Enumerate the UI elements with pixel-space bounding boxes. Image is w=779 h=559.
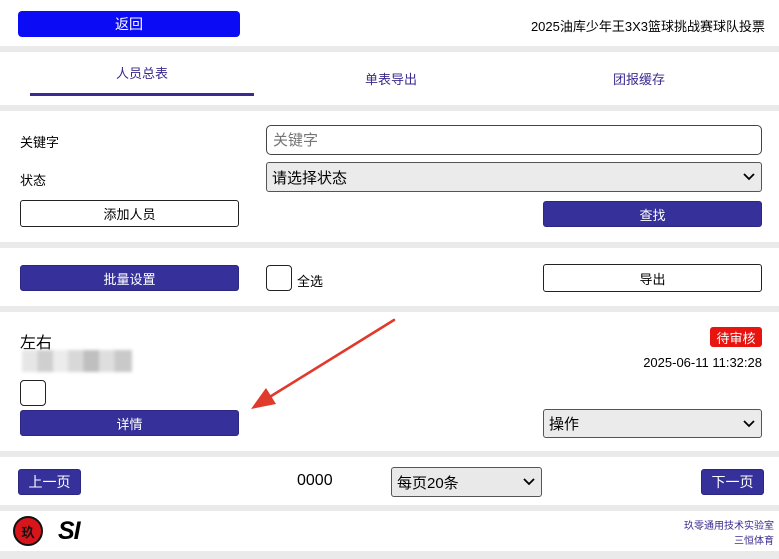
status-select[interactable]: 请选择状态 — [266, 162, 762, 192]
export-button[interactable]: 导出 — [543, 264, 762, 292]
brand-logo-icon: SI — [58, 517, 81, 545]
keyword-input[interactable] — [266, 125, 762, 155]
header-bar: 返回 2025油库少年王3X3篮球挑战赛球队投票 — [0, 0, 779, 46]
blurred-phone-field — [22, 350, 132, 372]
lab-logo-icon: 玖 — [13, 516, 43, 546]
chevron-down-icon — [523, 478, 535, 486]
lab-name: 玖零通用技术实验室 — [684, 521, 774, 532]
next-page-button[interactable]: 下一页 — [701, 469, 764, 495]
per-page-value: 每页20条 — [397, 474, 459, 492]
status-label: 状态 — [20, 173, 47, 188]
select-all-checkbox[interactable] — [266, 265, 292, 291]
footer: 玖 SI 玖零通用技术实验室 三恒体育 — [0, 511, 779, 551]
pagination-bar: 上一页 0000 每页20条 下一页 — [0, 457, 779, 505]
prev-page-button[interactable]: 上一页 — [18, 469, 81, 495]
keyword-label: 关键字 — [20, 135, 60, 150]
action-select-value: 操作 — [549, 416, 580, 433]
next-page-label: 下一页 — [711, 474, 754, 490]
logo-char: 玖 — [21, 524, 35, 540]
chevron-down-icon — [743, 419, 755, 427]
back-button[interactable]: 返回 — [18, 11, 240, 37]
tab-personnel-list[interactable]: 人员总表 — [30, 52, 254, 96]
record-card: 左右 待审核 2025-06-11 11:32:28 详情 操作 — [0, 312, 779, 451]
partner-name: 三恒体育 — [734, 536, 774, 547]
tab-label: 人员总表 — [115, 66, 168, 81]
export-label: 导出 — [639, 271, 666, 287]
filter-panel: 关键字 状态 请选择状态 添加人员 查找 — [0, 111, 779, 242]
batch-settings-button[interactable]: 批量设置 — [20, 265, 239, 291]
per-page-select[interactable]: 每页20条 — [391, 467, 542, 497]
chevron-down-icon — [743, 173, 755, 181]
batch-settings-label: 批量设置 — [103, 271, 156, 287]
add-person-label: 添加人员 — [103, 207, 156, 222]
record-checkbox[interactable] — [20, 380, 46, 406]
add-person-button[interactable]: 添加人员 — [20, 200, 239, 227]
detail-button[interactable]: 详情 — [20, 410, 239, 436]
tab-bar: 人员总表 单表导出 团报缓存 — [0, 52, 779, 105]
detail-label: 详情 — [116, 416, 143, 432]
status-select-value: 请选择状态 — [272, 169, 348, 187]
tab-export-single[interactable]: 单表导出 — [280, 52, 502, 106]
page-number: 0000 — [297, 472, 333, 489]
tab-label: 团报缓存 — [612, 71, 665, 87]
batch-panel: 批量设置 全选 导出 — [0, 248, 779, 306]
tab-group-cache[interactable]: 团报缓存 — [528, 52, 750, 106]
status-badge: 待审核 — [710, 327, 762, 347]
search-label: 查找 — [639, 207, 666, 223]
tab-label: 单表导出 — [364, 71, 417, 87]
action-select[interactable]: 操作 — [543, 409, 762, 438]
page-title: 2025油库少年王3X3篮球挑战赛球队投票 — [530, 19, 765, 34]
record-timestamp: 2025-06-11 11:32:28 — [643, 355, 762, 370]
select-all-label: 全选 — [297, 274, 324, 289]
search-button[interactable]: 查找 — [543, 201, 762, 227]
prev-page-label: 上一页 — [28, 474, 71, 490]
